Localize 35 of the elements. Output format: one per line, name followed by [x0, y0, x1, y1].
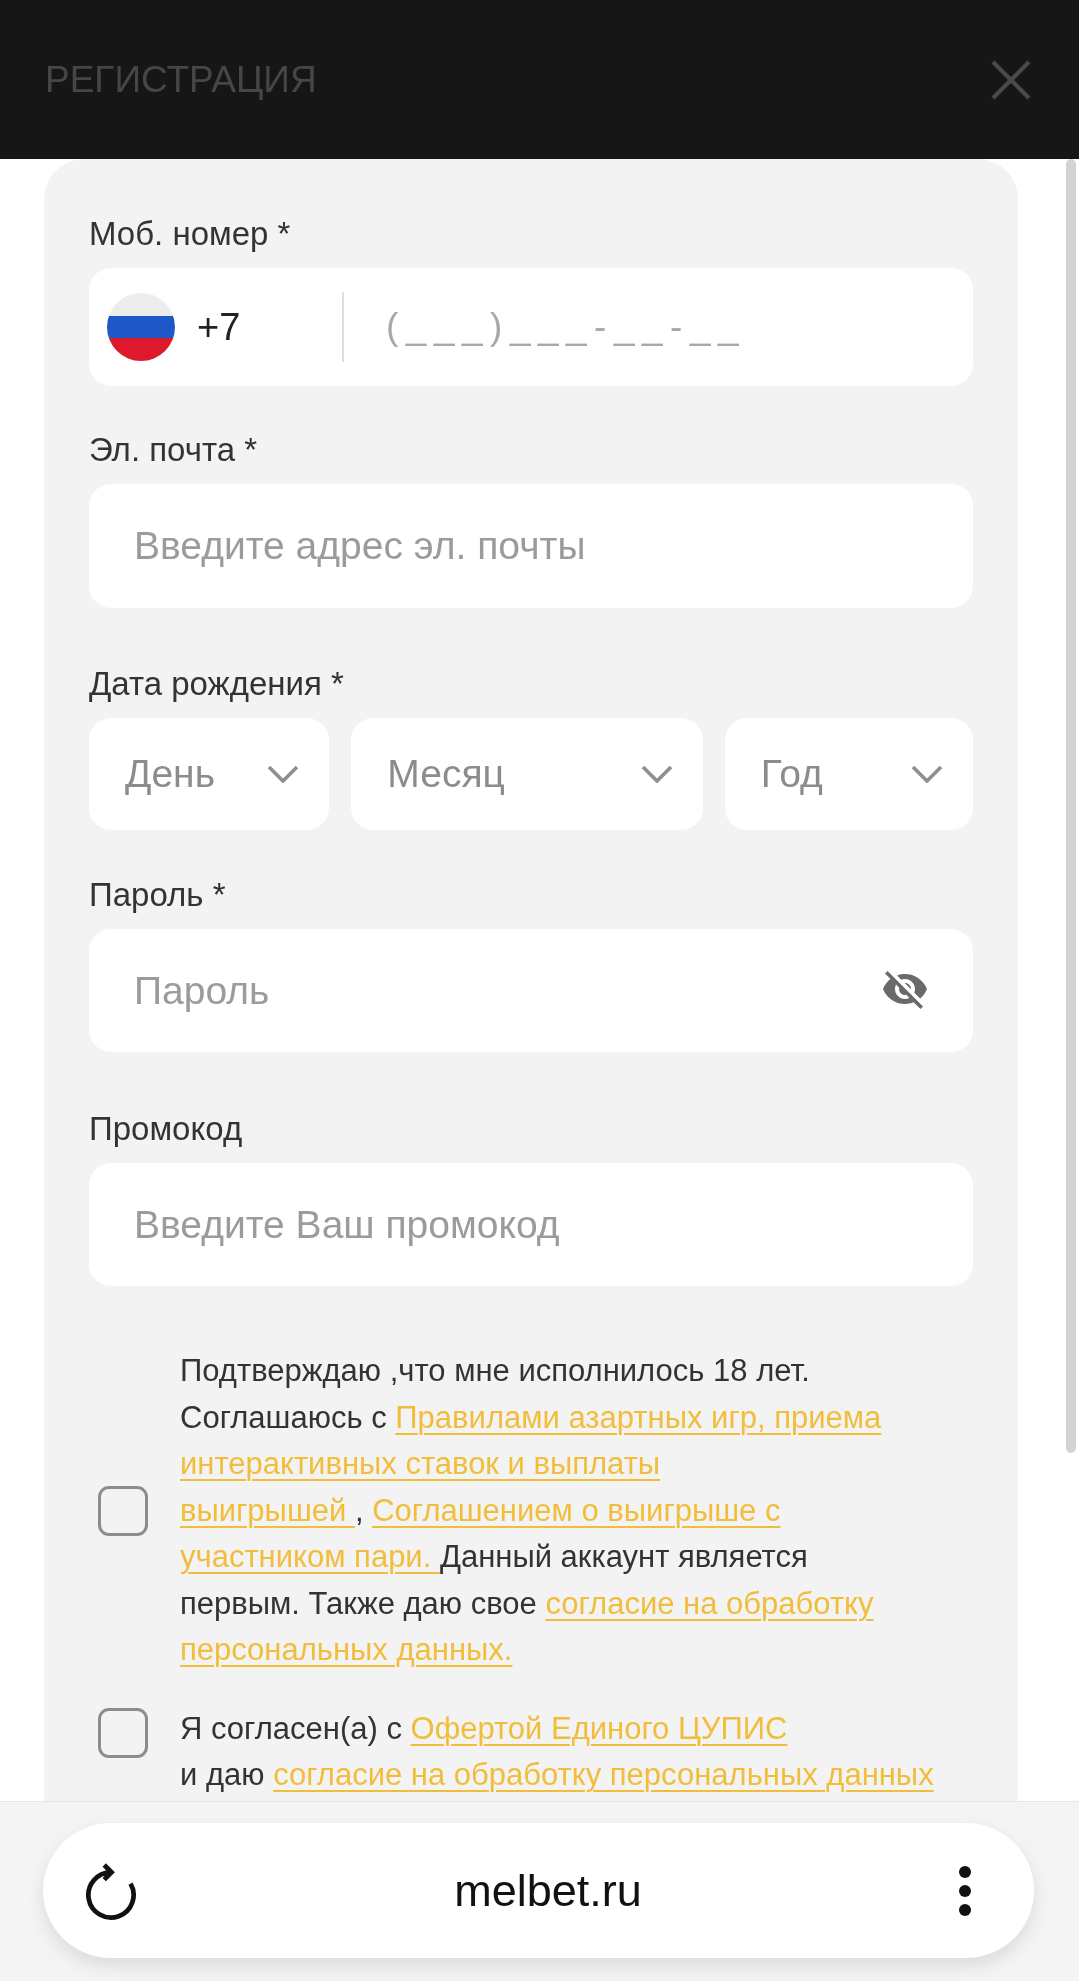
consent-link[interactable]: согласие на обработку: [545, 1585, 874, 1621]
field-label: Промокод: [89, 1109, 244, 1149]
chevron-down-icon: [640, 765, 673, 783]
field-label: Дата рождения *: [89, 664, 345, 704]
field-label: Пароль *: [89, 875, 227, 915]
consent-text: Я согласен(а) с Офертой Единого ЦУПИС и даю согласие на обработку персональных данных: [180, 1709, 935, 1794]
promo-code-field[interactable]: Введите Ваш промокод: [89, 1163, 973, 1286]
date-select[interactable]: День: [89, 718, 330, 830]
field-label: Моб. номер *: [89, 214, 292, 254]
phone-field[interactable]: +7 (___)___-__-__: [89, 268, 973, 386]
checkbox[interactable]: [98, 1707, 148, 1758]
consent-text: Подтверждаю ,что мне исполнилось 18 лет. Соглашаюсь с Правилами азартных игр, приема интерактивных ставок и выплаты выигрышей , Соглашением о выигрыше с участником пари. Данный аккаунт является первым. Также даю свое согласие на обработку персональных данных.: [180, 1352, 883, 1669]
chevron-down-icon: [911, 765, 943, 783]
country-code[interactable]: +7: [197, 305, 241, 348]
password-field[interactable]: Пароль: [89, 929, 973, 1052]
field-label: Эл. почта *: [89, 430, 258, 470]
chevron-down-icon: [267, 765, 300, 783]
menu-icon[interactable]: [959, 1865, 971, 1916]
consent-link[interactable]: Правилами азартных игр, приема: [395, 1399, 882, 1435]
consent-link[interactable]: согласие на обработку персональных данных: [273, 1757, 934, 1792]
eye-slash-icon[interactable]: [883, 971, 927, 1009]
flag-icon: [107, 293, 175, 361]
email-field[interactable]: Введите адрес эл. почты: [89, 484, 973, 608]
phone-number-input[interactable]: (___)___-__-__: [386, 302, 973, 352]
consent-link[interactable]: интерактивных ставок и выплаты: [180, 1446, 661, 1481]
consent-link[interactable]: Соглашением о выигрыше с: [372, 1492, 781, 1528]
consent-link[interactable]: Офертой Единого ЦУПИС: [410, 1710, 788, 1746]
date-select[interactable]: Месяц: [351, 718, 703, 830]
consent-link[interactable]: выигрышей: [180, 1492, 355, 1528]
date-select[interactable]: Год: [724, 718, 973, 830]
consent-link[interactable]: персональных данных.: [180, 1632, 513, 1667]
url-text[interactable]: melbet.ru: [454, 1864, 642, 1917]
address-bar[interactable]: melbet.ru: [43, 1823, 1034, 1958]
checkbox[interactable]: [98, 1485, 148, 1536]
consent-link[interactable]: участником пари.: [180, 1539, 440, 1574]
